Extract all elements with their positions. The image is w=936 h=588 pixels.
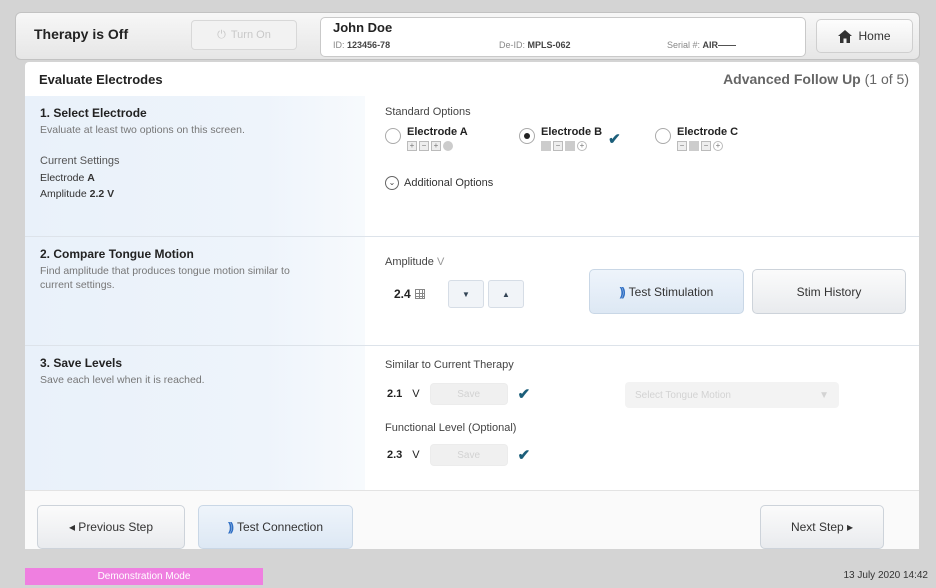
- next-step-label: Next Step ▸: [790, 520, 854, 534]
- device-id-label: De-ID:: [499, 40, 526, 50]
- functional-level-row: 2.3 V Save ✔: [387, 444, 530, 466]
- previous-step-button[interactable]: ◂ Previous Step: [37, 505, 185, 549]
- divider: [25, 345, 919, 346]
- amplitude-up-button[interactable]: ▲: [488, 280, 524, 308]
- electrode-a-config: + − +: [407, 141, 468, 151]
- stim-history-button[interactable]: Stim History: [752, 269, 906, 314]
- serial-value: AIR——: [702, 40, 737, 50]
- section-3-desc: Save each level when it is reached.: [40, 374, 205, 386]
- main-panel: Evaluate Electrodes Advanced Follow Up (…: [25, 62, 919, 549]
- amplitude-unit: V: [436, 256, 445, 268]
- functional-level-unit: V: [412, 449, 420, 461]
- test-connection-label: Test Connection: [236, 520, 324, 534]
- patient-card: John Doe ID: 123456-78 De-ID: MPLS-062 S…: [320, 17, 806, 57]
- amplitude-label-text: Amplitude: [385, 256, 434, 268]
- electrode-c-option[interactable]: Electrode C − − +: [655, 126, 738, 151]
- amplitude-value-text: 2.4: [394, 287, 411, 301]
- electrode-c-label: Electrode C: [677, 126, 739, 138]
- stim-history-label: Stim History: [796, 284, 862, 299]
- electrode-a-label: Electrode A: [407, 126, 468, 138]
- save-functional-button[interactable]: Save: [429, 444, 508, 466]
- section-2-title: 2. Compare Tongue Motion: [40, 247, 194, 261]
- tongue-motion-select[interactable]: Select Tongue Motion ▼: [625, 382, 839, 408]
- electrode-b-label: Electrode B: [541, 126, 603, 138]
- section-1-title: 1. Select Electrode: [40, 106, 147, 120]
- current-electrode-label: Electrode: [40, 172, 85, 184]
- save-similar-button[interactable]: Save: [429, 383, 508, 405]
- patient-id-value: 123456-78: [347, 40, 391, 50]
- patient-name: John Doe: [333, 20, 393, 35]
- additional-options-label: Additional Options: [404, 177, 494, 189]
- patient-id: ID: 123456-78: [333, 40, 390, 50]
- current-amplitude: Amplitude 2.2 V: [40, 188, 114, 200]
- top-bar: Therapy is Off ⏻ Turn On John Doe ID: 12…: [15, 12, 920, 60]
- current-amplitude-value: 2.2 V: [89, 188, 115, 200]
- electrode-b-option[interactable]: Electrode B − + ✔: [519, 126, 621, 151]
- electrode-a-option[interactable]: Electrode A + − +: [385, 126, 468, 151]
- therapy-status: Therapy is Off: [34, 26, 129, 42]
- section-2-desc: Find amplitude that produces tongue moti…: [40, 265, 290, 292]
- similar-therapy-label: Similar to Current Therapy: [385, 359, 514, 371]
- electrode-b-radio[interactable]: [519, 128, 535, 144]
- electrode-a-radio[interactable]: [385, 128, 401, 144]
- similar-level-row: 2.1 V Save ✔: [387, 383, 530, 405]
- functional-saved-check-icon: ✔: [517, 447, 531, 464]
- test-stimulation-button[interactable]: )) Test Stimulation: [589, 269, 744, 314]
- divider: [25, 236, 919, 237]
- electrode-c-radio[interactable]: [655, 128, 671, 144]
- patient-id-label: ID:: [333, 40, 345, 50]
- stimulation-wave-icon: )): [619, 284, 626, 299]
- standard-options-label: Standard Options: [385, 106, 471, 118]
- previous-step-label: ◂ Previous Step: [68, 520, 154, 534]
- current-electrode-value: A: [87, 172, 95, 184]
- similar-level-unit: V: [412, 388, 420, 400]
- status-bar: Demonstration Mode 13 July 2020 14:42: [0, 565, 936, 588]
- page-title: Evaluate Electrodes: [39, 72, 163, 87]
- functional-level-label: Functional Level (Optional): [385, 422, 517, 434]
- tongue-motion-select-label: Select Tongue Motion: [635, 389, 731, 401]
- arrow-up-icon: ▲: [502, 289, 510, 299]
- electrode-c-config: − − +: [677, 141, 738, 151]
- connection-wave-icon: )): [227, 520, 234, 534]
- home-label: Home: [858, 29, 891, 43]
- additional-options-toggle[interactable]: ⌄ Additional Options: [385, 176, 493, 190]
- turn-on-button[interactable]: ⏻ Turn On: [191, 20, 297, 50]
- home-button[interactable]: Home: [816, 19, 913, 53]
- device-id: De-ID: MPLS-062: [499, 40, 571, 50]
- similar-saved-check-icon: ✔: [517, 386, 531, 403]
- step-count: (1 of 5): [864, 71, 909, 87]
- step-indicator: Advanced Follow Up (1 of 5): [723, 71, 909, 87]
- serial-number: Serial #: AIR——: [667, 40, 736, 50]
- functional-level-value: 2.3: [387, 449, 403, 461]
- amplitude-down-button[interactable]: ▼: [448, 280, 484, 308]
- serial-label: Serial #:: [667, 40, 701, 50]
- keypad-icon[interactable]: [414, 289, 425, 299]
- chevron-down-icon: ⌄: [385, 176, 399, 190]
- section-1-desc: Evaluate at least two options on this sc…: [40, 124, 245, 136]
- test-stimulation-label: Test Stimulation: [628, 284, 714, 299]
- next-step-button[interactable]: Next Step ▸: [760, 505, 884, 549]
- amplitude-value[interactable]: 2.4: [394, 287, 425, 301]
- turn-on-label: Turn On: [230, 29, 271, 41]
- step-name: Advanced Follow Up: [723, 71, 861, 87]
- section-3-title: 3. Save Levels: [40, 356, 123, 370]
- date-time: 13 July 2020 14:42: [843, 570, 928, 581]
- current-amplitude-label: Amplitude: [40, 188, 87, 200]
- dropdown-arrow-icon: ▼: [819, 389, 829, 401]
- demo-mode-badge: Demonstration Mode: [25, 568, 263, 585]
- device-id-value: MPLS-062: [527, 40, 571, 50]
- arrow-down-icon: ▼: [462, 289, 470, 299]
- similar-level-value: 2.1: [387, 388, 403, 400]
- power-icon: ⏻: [217, 28, 226, 41]
- current-settings-label: Current Settings: [40, 155, 120, 167]
- current-electrode: Electrode A: [40, 172, 95, 184]
- home-icon: [838, 29, 853, 43]
- electrode-b-check-icon: ✔: [608, 131, 621, 148]
- electrode-b-config: − +: [541, 141, 602, 151]
- amplitude-label: Amplitude V: [385, 256, 444, 268]
- test-connection-button[interactable]: )) Test Connection: [198, 505, 353, 549]
